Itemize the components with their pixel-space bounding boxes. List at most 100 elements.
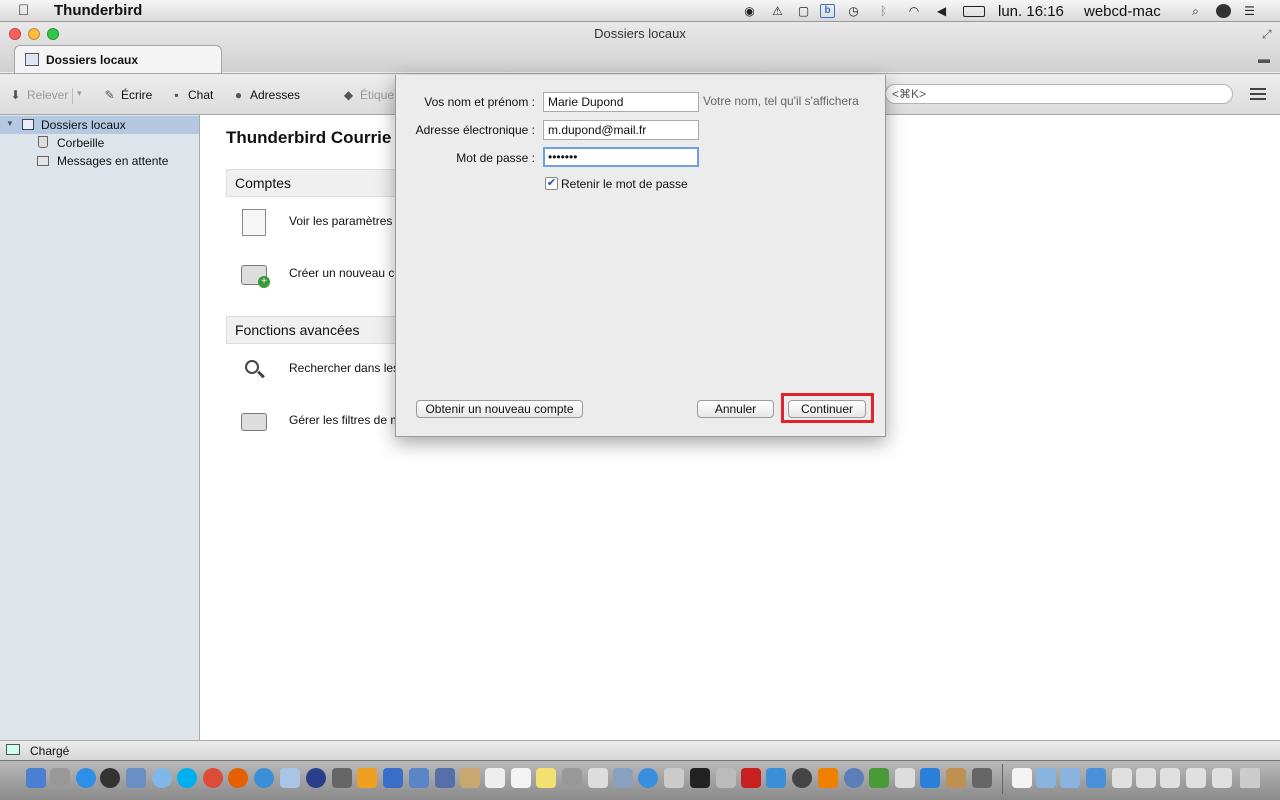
search-messages-link[interactable]: Rechercher dans les bbox=[289, 361, 399, 375]
window-thumbnail-icon[interactable] bbox=[1112, 768, 1132, 788]
preview-icon[interactable] bbox=[126, 768, 146, 788]
get-new-account-button[interactable]: Obtenir un nouveau compte bbox=[416, 400, 583, 418]
expand-icon[interactable]: ▼ bbox=[6, 119, 18, 131]
safari-icon[interactable] bbox=[254, 768, 274, 788]
chrome-icon[interactable] bbox=[203, 768, 223, 788]
folder-messages-en-attente[interactable]: Messages en attente bbox=[0, 152, 199, 170]
terminal-icon[interactable] bbox=[690, 768, 710, 788]
volume-icon[interactable]: ◀ bbox=[934, 4, 949, 18]
tab-label: Dossiers locaux bbox=[46, 53, 139, 67]
relever-dropdown-icon[interactable]: ▾ bbox=[77, 88, 82, 99]
folder-icon[interactable] bbox=[1060, 768, 1080, 788]
adresses-button[interactable]: ● Adresses bbox=[232, 88, 300, 102]
cancel-button[interactable]: Annuler bbox=[697, 400, 774, 418]
wifi-icon[interactable]: ◠ bbox=[904, 4, 924, 18]
app-icon[interactable] bbox=[409, 768, 429, 788]
chat-button[interactable]: ▪ Chat bbox=[170, 88, 213, 102]
app-icon[interactable] bbox=[895, 768, 915, 788]
notes-icon[interactable] bbox=[511, 768, 531, 788]
folder-icon[interactable] bbox=[1036, 768, 1056, 788]
password-field[interactable]: ••••••• bbox=[543, 147, 699, 167]
app-icon[interactable] bbox=[664, 768, 684, 788]
search-messages-icon bbox=[241, 356, 268, 382]
email-field[interactable]: m.dupond@mail.fr bbox=[543, 120, 699, 140]
calculator-icon[interactable] bbox=[716, 768, 736, 788]
evernote-icon[interactable]: ▢ bbox=[796, 4, 811, 18]
x11-icon[interactable] bbox=[332, 768, 352, 788]
stickies-icon[interactable] bbox=[536, 768, 556, 788]
remember-password-label[interactable]: Retenir le mot de passe bbox=[561, 177, 688, 191]
search-input[interactable]: <⌘K> bbox=[885, 84, 1233, 104]
app-icon[interactable] bbox=[613, 768, 633, 788]
tab-list-icon[interactable]: ▬ bbox=[1258, 52, 1270, 66]
relever-label: Relever bbox=[27, 88, 69, 102]
skype-icon[interactable] bbox=[177, 768, 197, 788]
finder-icon[interactable] bbox=[26, 768, 46, 788]
app-icon[interactable] bbox=[280, 768, 300, 788]
folder-corbeille[interactable]: Corbeille bbox=[0, 134, 199, 152]
window-thumbnail-icon[interactable] bbox=[1186, 768, 1206, 788]
app-icon[interactable] bbox=[946, 768, 966, 788]
online-status-icon[interactable] bbox=[6, 744, 20, 755]
app-icon[interactable] bbox=[792, 768, 812, 788]
name-field[interactable]: Marie Dupond bbox=[543, 92, 699, 112]
section-comptes: Comptes bbox=[226, 169, 401, 197]
folder-pane bbox=[0, 115, 200, 740]
app-icon[interactable] bbox=[972, 768, 992, 788]
bluetooth-icon[interactable]: ᛒ bbox=[876, 4, 891, 18]
app-menu-button[interactable] bbox=[1250, 88, 1266, 100]
app-name-menu[interactable]: Thunderbird bbox=[54, 2, 142, 19]
app-icon[interactable] bbox=[562, 768, 582, 788]
spotlight-icon[interactable]: ⌕ bbox=[1188, 4, 1203, 18]
relever-button[interactable]: ⬇ Relever bbox=[9, 88, 68, 102]
teamviewer-icon[interactable] bbox=[920, 768, 940, 788]
app-icon[interactable] bbox=[435, 768, 455, 788]
app-icon[interactable] bbox=[766, 768, 786, 788]
create-account-link[interactable]: Créer un nouveau co bbox=[289, 266, 401, 280]
folder-dossiers-locaux[interactable]: ▼ Dossiers locaux bbox=[0, 116, 199, 134]
app-icon[interactable] bbox=[306, 768, 326, 788]
manage-filters-link[interactable]: Gérer les filtres de m bbox=[289, 413, 400, 427]
b-icon[interactable]: b bbox=[820, 4, 835, 18]
owl-icon[interactable]: ◉ bbox=[742, 4, 757, 18]
window-thumbnail-icon[interactable] bbox=[1212, 768, 1232, 788]
clock[interactable]: lun. 16:16 bbox=[998, 3, 1064, 20]
add-icon: + bbox=[258, 276, 270, 288]
section-fonctions-avancees: Fonctions avancées bbox=[226, 316, 401, 344]
trash-icon[interactable] bbox=[1240, 768, 1260, 788]
vlc-icon[interactable] bbox=[818, 768, 838, 788]
app-store-icon[interactable] bbox=[76, 768, 96, 788]
window-thumbnail-icon[interactable] bbox=[1160, 768, 1180, 788]
firefox-icon[interactable] bbox=[228, 768, 248, 788]
app-icon[interactable] bbox=[588, 768, 608, 788]
fullscreen-icon[interactable]: ⤢ bbox=[1262, 27, 1272, 42]
thunderbird-icon[interactable] bbox=[152, 768, 172, 788]
app-icon[interactable] bbox=[869, 768, 889, 788]
window-thumbnail-icon[interactable] bbox=[1136, 768, 1156, 788]
battery-icon[interactable] bbox=[963, 6, 985, 17]
list-icon[interactable]: ☰ bbox=[1242, 4, 1257, 18]
contacts-icon[interactable] bbox=[460, 768, 480, 788]
download-icon: ⬇ bbox=[10, 88, 21, 102]
app-icon[interactable] bbox=[844, 768, 864, 788]
launchpad-icon[interactable] bbox=[50, 768, 70, 788]
ecrire-button[interactable]: ✎ Écrire bbox=[103, 88, 152, 102]
time-machine-icon[interactable]: ◷ bbox=[846, 4, 861, 18]
app-icon[interactable] bbox=[357, 768, 377, 788]
view-settings-link[interactable]: Voir les paramètres bbox=[289, 214, 392, 228]
user-icon[interactable] bbox=[1216, 4, 1231, 18]
password-label: Mot de passe : bbox=[456, 151, 535, 165]
etiquette-button[interactable]: ◆ Étique bbox=[342, 88, 394, 102]
document-icon[interactable] bbox=[1012, 768, 1032, 788]
remember-password-checkbox[interactable]: ✔ bbox=[545, 177, 558, 190]
folder-icon[interactable] bbox=[1086, 768, 1106, 788]
dashboard-icon[interactable] bbox=[100, 768, 120, 788]
filezilla-icon[interactable] bbox=[741, 768, 761, 788]
itunes-icon[interactable] bbox=[638, 768, 658, 788]
user-menu[interactable]: webcd-mac bbox=[1084, 3, 1161, 20]
tab-dossiers-locaux[interactable]: Dossiers locaux bbox=[14, 45, 222, 73]
calendar-icon[interactable] bbox=[485, 768, 505, 788]
apple-icon[interactable]:  bbox=[18, 2, 29, 19]
alert-icon[interactable]: ⚠ bbox=[770, 4, 785, 18]
app-icon[interactable] bbox=[383, 768, 403, 788]
